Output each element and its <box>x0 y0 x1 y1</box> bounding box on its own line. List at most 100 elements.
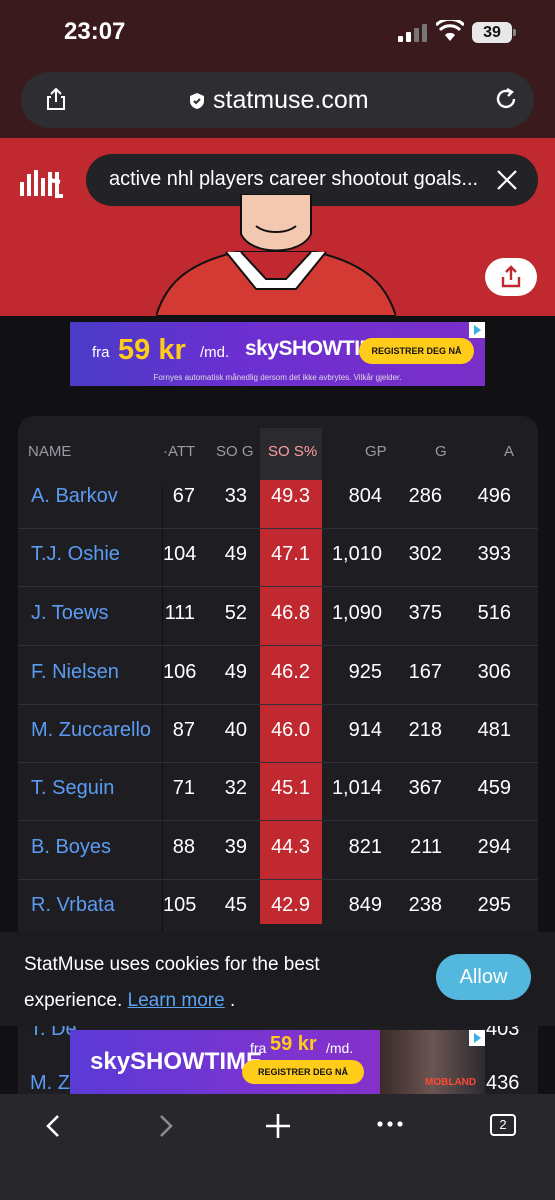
table-row[interactable]: T.J. Oshie 104 49 47.1 1,010 302 393 <box>18 529 538 587</box>
table-row[interactable]: B. Boyes 88 39 44.3 821 211 294 <box>18 822 538 880</box>
cell-a: 393 <box>477 543 511 565</box>
header-att[interactable]: ·ATT <box>163 443 195 460</box>
header-g[interactable]: G <box>435 443 447 460</box>
player-name-link[interactable]: A. Barkov <box>31 485 163 508</box>
url-text[interactable]: statmuse.com <box>213 86 369 115</box>
browser-top-chrome: 23:07 39 statmuse.com <box>0 0 555 138</box>
cell-g: 218 <box>408 719 442 741</box>
cell-so-spct: 44.3 <box>271 836 310 858</box>
partial-player-name[interactable]: M. Z <box>30 1072 70 1094</box>
cell-gp: 804 <box>348 485 382 507</box>
more-options-icon[interactable] <box>377 1120 403 1128</box>
share-icon[interactable] <box>45 87 67 111</box>
table-row[interactable]: M. Zuccarello 87 40 46.0 914 218 481 <box>18 705 538 763</box>
cell-so-spct: 45.1 <box>271 777 310 799</box>
cell-att: 87 <box>172 719 195 741</box>
allow-cookies-button[interactable]: Allow <box>436 954 531 1000</box>
ad-suffix: /md. <box>326 1040 354 1056</box>
cell-att: 67 <box>172 485 195 507</box>
row-divider <box>18 645 538 646</box>
header-gp[interactable]: GP <box>365 443 387 460</box>
ad-show-title: MOBLAND <box>425 1077 477 1088</box>
clear-search-icon[interactable] <box>495 168 519 192</box>
cell-att: 88 <box>172 836 195 858</box>
search-query-text[interactable]: active nhl players career shootout goals… <box>109 168 478 191</box>
new-tab-icon[interactable] <box>264 1112 292 1140</box>
ad-price: 59 kr <box>118 334 186 366</box>
table-row[interactable]: F. Nielsen 106 49 46.2 925 167 306 <box>18 647 538 705</box>
status-time: 23:07 <box>64 18 126 45</box>
player-name-link[interactable]: T. Seguin <box>31 777 163 800</box>
stats-table[interactable]: NAME ·ATT SO G SO S% GP G A A. Barkov 67… <box>18 416 538 932</box>
table-row[interactable]: A. Barkov 67 33 49.3 804 286 496 <box>18 471 538 529</box>
cellular-signal-icon <box>398 24 428 42</box>
cell-att: 71 <box>172 777 195 799</box>
cell-a: 459 <box>477 777 511 799</box>
cell-att: 106 <box>163 661 197 683</box>
player-name-link[interactable]: B. Boyes <box>31 836 163 859</box>
player-illustration <box>156 194 396 316</box>
cell-a: 481 <box>477 719 511 741</box>
cell-att: 104 <box>163 543 197 565</box>
header-so-g[interactable]: SO G <box>216 443 254 460</box>
ad-cta-button[interactable]: REGISTRER DEG NÅ <box>359 338 474 364</box>
player-name-link[interactable]: J. Toews <box>31 602 163 625</box>
cell-so-spct: 46.2 <box>271 661 310 683</box>
url-bar[interactable]: statmuse.com <box>21 72 534 128</box>
cell-so-g: 40 <box>224 719 247 741</box>
learn-more-link[interactable]: Learn more <box>128 990 225 1011</box>
forward-icon[interactable] <box>155 1112 177 1140</box>
cell-att: 105 <box>163 894 197 916</box>
ad-price: 59 kr <box>270 1033 317 1055</box>
battery-indicator: 39 <box>472 22 516 43</box>
table-row[interactable]: J. Toews 111 52 46.8 1,090 375 516 <box>18 588 538 646</box>
statmuse-logo-icon[interactable] <box>20 168 64 198</box>
statmuse-header: active nhl players career shootout goals… <box>0 138 555 316</box>
partial-cell-a: 403 <box>486 1026 520 1040</box>
back-icon[interactable] <box>42 1112 64 1140</box>
shield-lock-icon <box>190 93 204 109</box>
cell-a: 496 <box>477 485 511 507</box>
cell-gp: 914 <box>348 719 382 741</box>
player-name-link[interactable]: F. Nielsen <box>31 661 163 684</box>
cell-gp: 1,090 <box>331 602 382 624</box>
cell-g: 238 <box>408 894 442 916</box>
ad-brand: skySHOWTIME <box>90 1048 263 1075</box>
ad-cta-button[interactable]: REGISTRER DEG NÅ <box>242 1060 364 1084</box>
cell-so-spct: 46.0 <box>271 719 310 741</box>
cell-so-g: 45 <box>224 894 247 916</box>
ad-prefix: fra <box>250 1040 267 1056</box>
player-name-link[interactable]: T.J. Oshie <box>31 543 163 566</box>
cell-gp: 849 <box>348 894 382 916</box>
header-so-spct[interactable]: SO S% <box>268 443 317 460</box>
share-icon <box>501 265 521 288</box>
cell-gp: 1,010 <box>331 543 382 565</box>
banner-ad-top[interactable]: fra 59 kr /md. skySHOWTIME REGISTRER DEG… <box>70 322 485 386</box>
player-name-link[interactable]: M. Zuccarello <box>31 719 163 742</box>
cookie-message: StatMuse uses cookies for the best exper… <box>24 947 384 1019</box>
cell-a: 516 <box>477 602 511 624</box>
row-divider <box>18 820 538 821</box>
cell-gp: 925 <box>348 661 382 683</box>
header-name[interactable]: NAME <box>28 443 71 460</box>
adchoices-icon[interactable] <box>469 1030 485 1046</box>
wifi-icon <box>436 20 464 41</box>
share-result-button[interactable] <box>485 258 537 296</box>
cell-so-spct: 42.9 <box>271 894 310 916</box>
adchoices-icon[interactable] <box>469 322 485 338</box>
reload-icon[interactable] <box>494 87 518 111</box>
cell-g: 211 <box>410 836 442 858</box>
cell-att: 111 <box>164 602 195 624</box>
header-a[interactable]: A <box>504 443 514 460</box>
player-name-link[interactable]: R. Vrbata <box>31 894 163 917</box>
banner-ad-bottom[interactable]: skySHOWTIME fra 59 kr /md. REGISTRER DEG… <box>70 1030 485 1094</box>
ad-prefix: fra <box>92 344 110 361</box>
cell-a: 294 <box>477 836 511 858</box>
table-row[interactable]: T. Seguin 71 32 45.1 1,014 367 459 <box>18 763 538 821</box>
cell-g: 167 <box>408 661 442 683</box>
tab-switcher-icon[interactable]: 2 <box>490 1114 516 1136</box>
cookie-period: . <box>229 990 236 1011</box>
table-row[interactable]: R. Vrbata 105 45 42.9 849 238 295 <box>18 880 538 932</box>
cell-a: 295 <box>477 894 511 916</box>
browser-bottom-toolbar: 2 <box>0 1094 555 1200</box>
